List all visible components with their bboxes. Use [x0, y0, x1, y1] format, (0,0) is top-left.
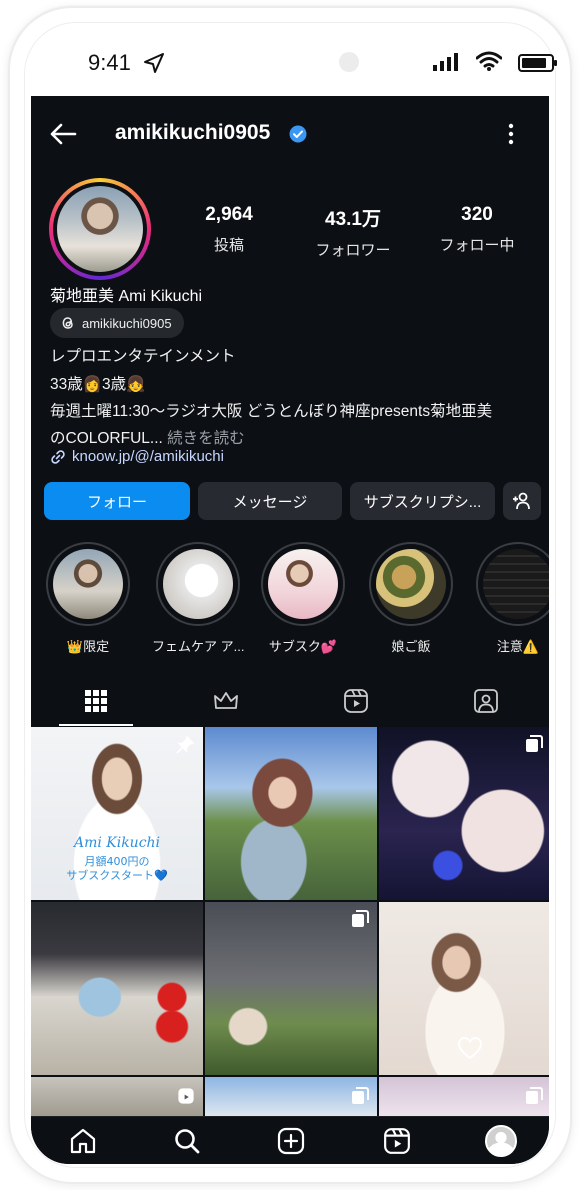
highlight-item[interactable]: 娘ご飯	[368, 542, 454, 655]
highlight-cover	[268, 549, 338, 619]
bottom-navigation	[31, 1116, 549, 1164]
followers-count[interactable]: 43.1万 フォロワー	[303, 204, 403, 260]
carousel-icon	[526, 735, 543, 752]
bio-line-1: レプロエンタテインメント	[50, 348, 236, 365]
tab-tagged[interactable]	[421, 676, 549, 726]
follow-button[interactable]: フォロー	[44, 482, 190, 520]
create-icon[interactable]	[277, 1127, 305, 1155]
battery-icon	[518, 54, 557, 72]
profile-header: amikikuchi0905	[31, 96, 549, 172]
highlight-cover	[376, 549, 446, 619]
tab-posts[interactable]	[31, 676, 161, 726]
wifi-icon	[476, 51, 502, 71]
message-button[interactable]: メッセージ	[198, 482, 342, 520]
posts-count[interactable]: 2,964 投稿	[189, 204, 269, 255]
post-tile[interactable]	[205, 727, 377, 900]
tab-subscriber-content[interactable]	[161, 676, 291, 726]
highlight-item[interactable]: 注意⚠️	[475, 542, 549, 655]
reels-icon	[344, 689, 368, 713]
highlight-cover	[163, 549, 233, 619]
app-screen: amikikuchi0905 2,964 投稿 43.1万 フォロワー 320 …	[31, 96, 549, 1164]
front-camera	[339, 52, 359, 72]
profile-link[interactable]: knoow.jp/@/amikikuchi	[50, 448, 224, 465]
threads-handle: amikikuchi0905	[82, 315, 172, 331]
profile-tabs	[31, 676, 549, 726]
post-tile[interactable]	[379, 902, 549, 1075]
back-arrow-icon[interactable]	[49, 122, 77, 146]
threads-badge[interactable]: amikikuchi0905	[50, 308, 184, 338]
bio-line-2: 33歳👩3歳👧	[50, 376, 146, 393]
tab-reels[interactable]	[291, 676, 421, 726]
post-tile[interactable]	[31, 1077, 203, 1117]
profile-username: amikikuchi0905	[115, 121, 271, 144]
reels-icon	[178, 1088, 194, 1104]
pin-icon	[176, 736, 194, 754]
search-icon[interactable]	[173, 1127, 201, 1155]
profile-link-text: knoow.jp/@/amikikuchi	[72, 448, 224, 465]
post-tile[interactable]	[31, 902, 203, 1075]
post-tile[interactable]	[379, 727, 549, 900]
post-tile[interactable]: Ami Kikuchi 月額400円の サブスクスタート💙	[31, 727, 203, 900]
heart-icon	[457, 1036, 483, 1060]
following-count[interactable]: 320 フォロー中	[427, 204, 527, 255]
read-more-link[interactable]: 続きを読む	[163, 430, 245, 447]
carousel-icon	[352, 910, 369, 927]
bio-line-4: のCOLORFUL... 続きを読む	[50, 426, 245, 448]
cellular-signal-icon	[433, 53, 458, 71]
carousel-icon	[352, 1087, 369, 1104]
crown-icon	[214, 692, 238, 709]
profile-avatar-story-ring[interactable]	[49, 178, 151, 280]
profile-full-name: 菊地亜美 Ami Kikuchi	[50, 288, 203, 305]
location-arrow-icon	[144, 53, 164, 73]
verified-badge-icon	[289, 125, 307, 143]
subscribe-button[interactable]: サブスクリプシ...	[350, 482, 495, 520]
threads-icon	[62, 317, 73, 329]
active-tab-indicator	[59, 724, 133, 726]
post-overlay-line-2: サブスクスタート💙	[66, 869, 168, 882]
add-person-icon	[513, 492, 530, 510]
post-tile[interactable]	[205, 1077, 377, 1117]
reels-icon[interactable]	[383, 1127, 411, 1155]
carousel-icon	[526, 1087, 543, 1104]
highlight-item[interactable]: サブスク💕	[260, 542, 346, 655]
highlight-cover	[483, 549, 549, 619]
profile-avatar	[57, 186, 143, 272]
more-options-icon[interactable]	[507, 122, 515, 146]
link-icon	[51, 449, 65, 464]
status-bar: 9:41	[0, 40, 580, 84]
status-time: 9:41	[88, 50, 131, 75]
home-icon[interactable]	[69, 1127, 97, 1155]
bio-line-3: 毎週土曜11:30〜ラジオ大阪 どうとんぼり神座presents菊地亜美	[50, 403, 493, 420]
post-tile[interactable]	[205, 902, 377, 1075]
highlight-item[interactable]: フェムケア ア...	[152, 542, 244, 655]
highlight-item[interactable]: 👑限定	[45, 542, 131, 655]
suggest-people-button[interactable]	[503, 482, 541, 520]
post-overlay-title: Ami Kikuchi	[73, 835, 161, 851]
post-tile[interactable]	[379, 1077, 549, 1117]
grid-icon	[85, 690, 107, 712]
tagged-icon	[474, 689, 498, 713]
highlight-cover	[53, 549, 123, 619]
bio-truncated-text: のCOLORFUL...	[50, 430, 163, 447]
profile-avatar[interactable]	[485, 1125, 517, 1157]
